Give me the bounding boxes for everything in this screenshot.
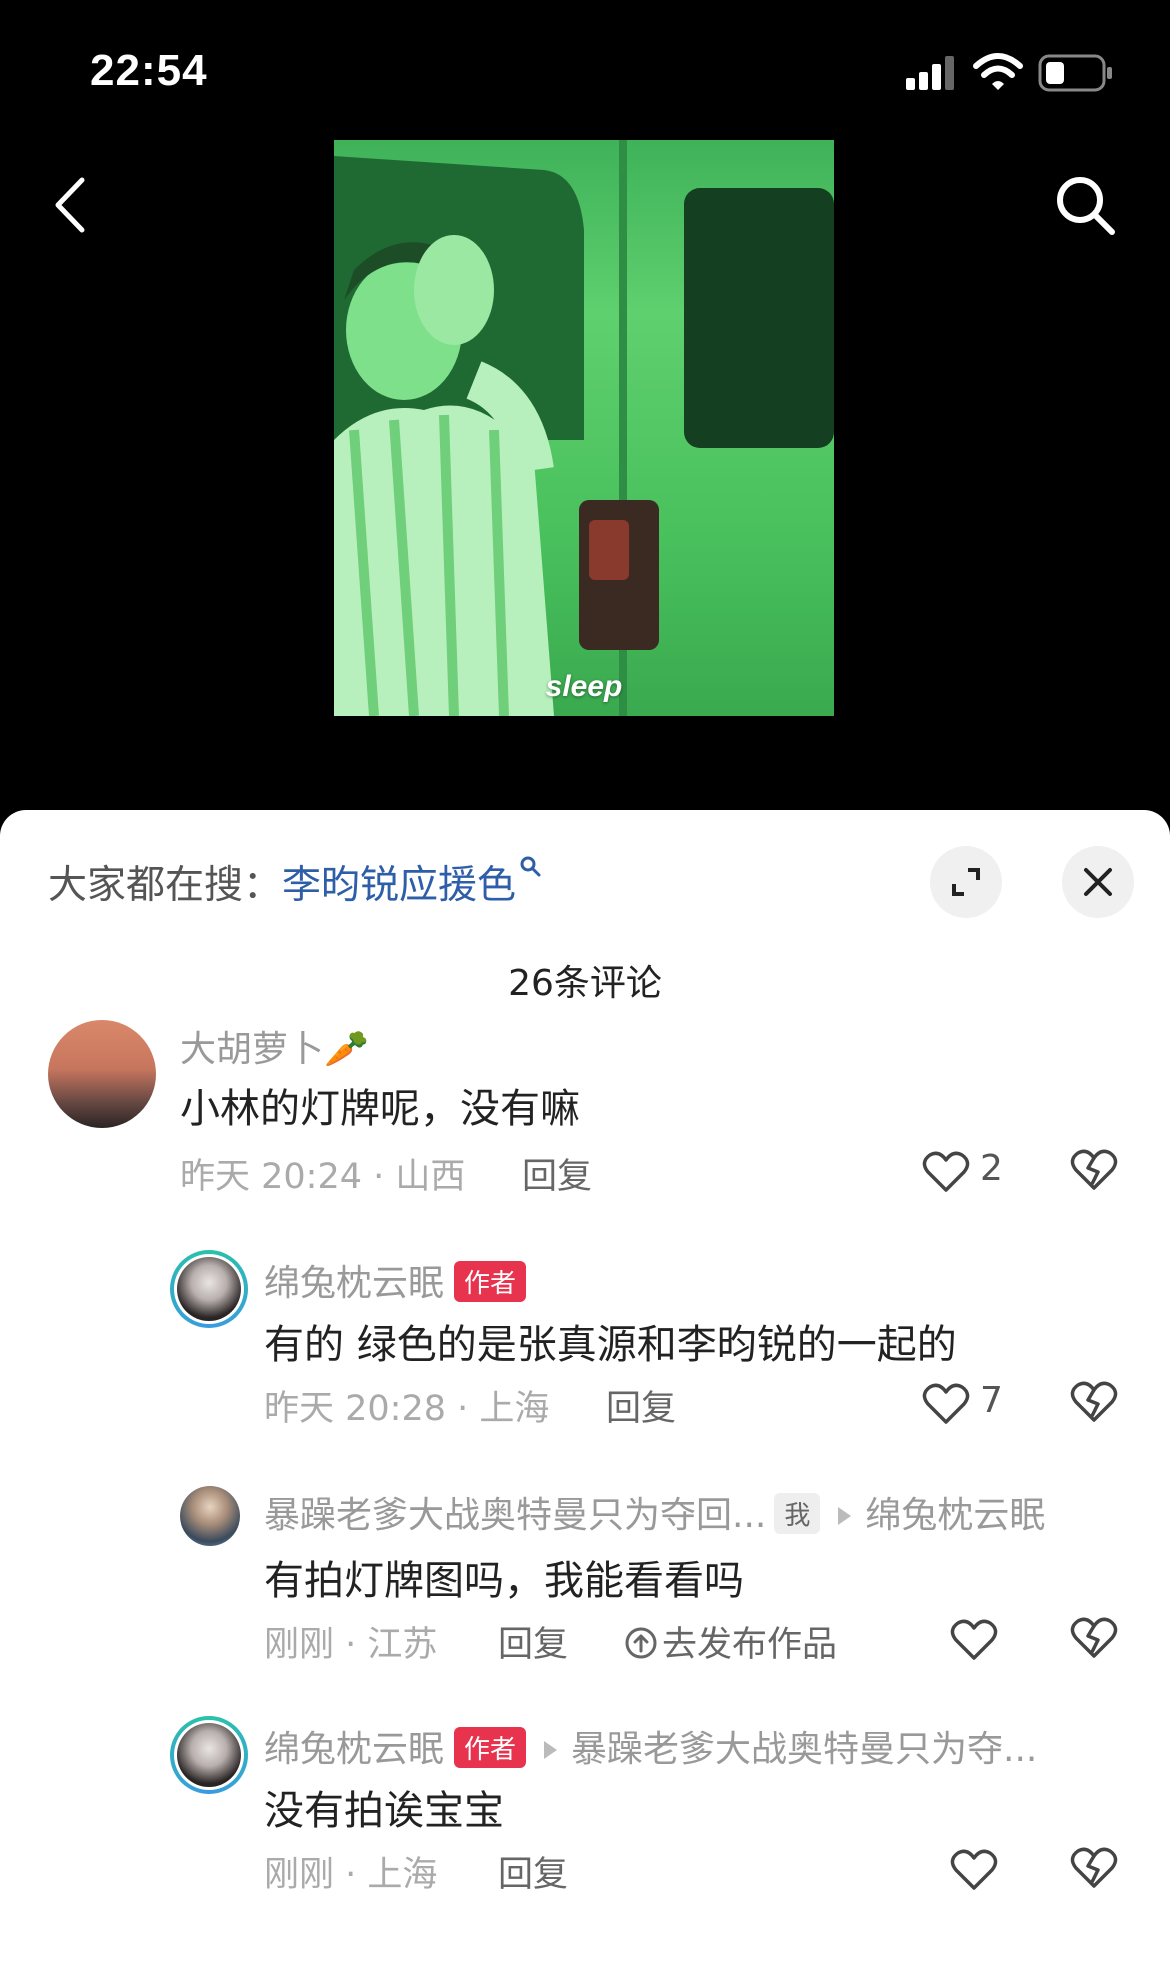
comment-count: 26条评论 [508,963,662,1004]
wifi-icon [973,53,1023,90]
video-frame-image [334,140,834,716]
publish-work-label: 去发布作品 [662,1625,838,1665]
comment-item: 大胡萝卜🥕 小林的灯牌呢，没有嘛 昨天 20:24 · 山西 回复 2 [0,1020,1170,1220]
reply-button[interactable]: 回复 [498,1616,568,1667]
dislike-button[interactable] [1070,1842,1126,1898]
search-icon[interactable] [1050,170,1120,240]
avatar[interactable] [170,1250,248,1328]
comment-item: 暴躁老爹大战奥特曼只为夺回... 我 绵兔枕云眠 有拍灯牌图吗，我能看看吗 刚刚 ·… [0,1486,1170,1686]
search-hint-term[interactable]: 李昀锐应援色 [282,863,516,908]
reply-arrow-icon [544,1741,558,1759]
like-count: 7 [980,1380,1003,1421]
dislike-button[interactable] [1070,1612,1126,1668]
reply-button[interactable]: 回复 [522,1148,592,1199]
comment-username[interactable]: 绵兔枕云眠 作者 暴躁老爹大战奥特曼只为夺... [264,1720,1037,1772]
chevron-left-icon[interactable] [46,170,96,240]
comment-meta: 刚刚 · 江苏 [264,1625,438,1665]
username-text: 暴躁老爹大战奥特曼只为夺回... [264,1495,767,1536]
close-icon [1084,868,1112,896]
heart-icon [922,1383,970,1424]
mini-search-icon [520,856,541,877]
author-badge: 作者 [454,1260,527,1302]
heart-icon [950,1849,998,1890]
author-badge: 作者 [454,1726,527,1768]
comment-username[interactable]: 绵兔枕云眠 作者 [264,1254,527,1306]
like-button[interactable]: 7 [922,1376,1022,1432]
username-text: 绵兔枕云眠 [264,1729,445,1770]
comment-username[interactable]: 暴躁老爹大战奥特曼只为夺回... 我 绵兔枕云眠 [264,1486,1045,1538]
status-bar: 22:54 [0,0,1170,140]
comment-item: 绵兔枕云眠 作者 暴躁老爹大战奥特曼只为夺... 没有拍诶宝宝 刚刚 · 上海 回复 [0,1716,1170,1916]
heart-icon [950,1619,998,1660]
dislike-button[interactable] [1070,1144,1126,1200]
search-hint-prefix: 大家都在搜： [48,863,283,908]
comment-text: 有的 绿色的是张真源和李昀锐的一起的 [264,1322,957,1368]
expand-button[interactable] [930,846,1002,918]
avatar[interactable] [170,1716,248,1794]
like-button[interactable]: 2 [922,1144,1022,1200]
comment-text: 小林的灯牌呢，没有嘛 [180,1086,580,1132]
battery-icon [1038,54,1112,92]
broken-heart-icon [1070,1617,1118,1658]
reply-target-name[interactable]: 绵兔枕云眠 [865,1495,1045,1536]
signal-icon [906,56,954,90]
broken-heart-icon [1070,1149,1118,1190]
like-button[interactable] [950,1842,1050,1898]
broken-heart-icon [1070,1847,1118,1888]
broken-heart-icon [1070,1381,1118,1422]
upload-circle-icon [625,1627,657,1659]
me-badge: 我 [774,1492,821,1534]
comment-meta: 刚刚 · 上海 [264,1855,438,1895]
like-button[interactable] [950,1612,1050,1668]
status-time: 22:54 [90,46,208,95]
comment-text: 没有拍诶宝宝 [264,1788,504,1834]
dislike-button[interactable] [1070,1376,1126,1432]
comment-sheet: 大家都在搜：李昀锐应援色 26条评论 大胡萝卜🥕 小林的灯牌呢，没有嘛 昨天 2… [0,810,1170,1973]
comment-meta: 昨天 20:28 · 上海 [264,1389,550,1429]
publish-work-button[interactable]: 去发布作品 [624,1616,837,1667]
avatar[interactable] [180,1486,240,1546]
username-text: 绵兔枕云眠 [264,1263,445,1304]
like-count: 2 [980,1148,1003,1189]
reply-button[interactable]: 回复 [498,1846,568,1897]
reply-target-name[interactable]: 暴躁老爹大战奥特曼只为夺... [571,1729,1037,1770]
reply-button[interactable]: 回复 [606,1380,676,1431]
comment-username[interactable]: 大胡萝卜🥕 [180,1020,369,1072]
close-button[interactable] [1062,846,1134,918]
video-caption: sleep [545,670,623,703]
comment-item: 绵兔枕云眠 作者 有的 绿色的是张真源和李昀锐的一起的 昨天 20:28 · 上海… [0,1250,1170,1450]
heart-icon [922,1151,970,1192]
reply-arrow-icon [838,1507,852,1525]
expand-icon [952,868,980,896]
video-player[interactable]: sleep [334,140,834,716]
comment-meta: 昨天 20:24 · 山西 [180,1157,466,1197]
search-hint[interactable]: 大家都在搜：李昀锐应援色 [48,854,544,910]
comment-text: 有拍灯牌图吗，我能看看吗 [264,1558,744,1604]
avatar[interactable] [48,1020,156,1128]
